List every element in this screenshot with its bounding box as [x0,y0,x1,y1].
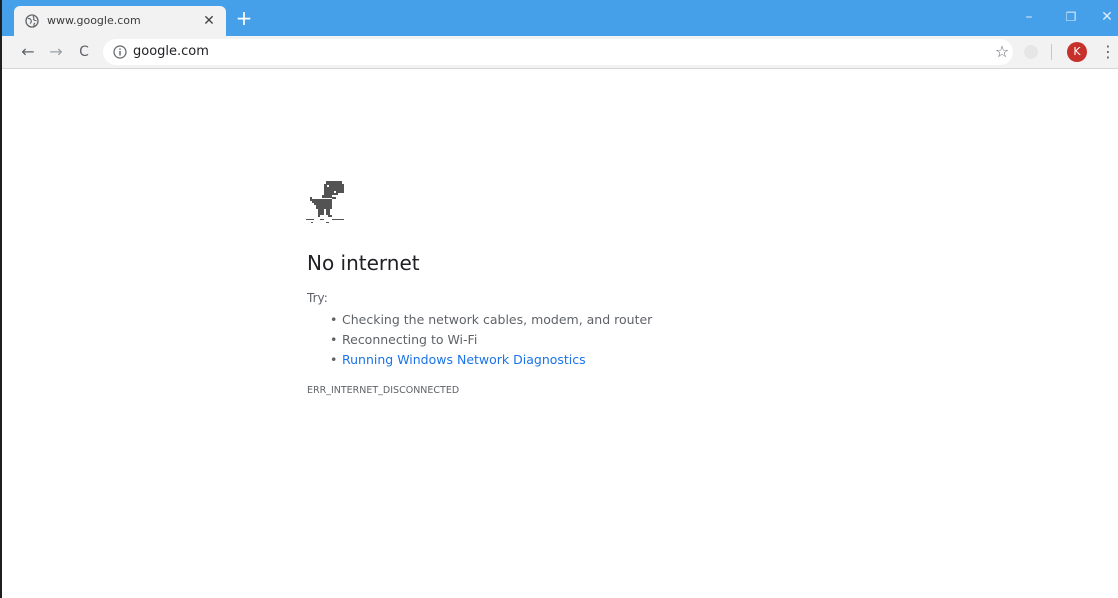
browser-window: www.google.com ✕ + – ❐ ✕ ← → C google.co… [0,0,1118,598]
tab-title: www.google.com [47,14,141,27]
extension-icon[interactable] [1024,45,1038,59]
bookmark-star-icon[interactable]: ☆ [990,40,1014,64]
network-diagnostics-link[interactable]: Running Windows Network Diagnostics [330,352,652,372]
reload-button[interactable]: C [72,40,96,64]
minimize-button[interactable]: – [1014,6,1044,28]
suggestion-list: Checking the network cables, modem, and … [330,312,652,372]
new-tab-button[interactable]: + [234,8,254,28]
info-icon[interactable] [113,45,127,59]
globe-icon [25,14,39,28]
menu-icon[interactable]: ⋮ [1100,40,1116,64]
profile-avatar[interactable]: K [1067,42,1087,62]
forward-button[interactable]: → [44,40,68,64]
address-bar[interactable]: google.com [103,39,1013,65]
url-text[interactable]: google.com [133,44,209,59]
close-window-button[interactable]: ✕ [1092,6,1118,28]
restore-button[interactable]: ❐ [1056,6,1086,28]
back-button[interactable]: ← [16,40,40,64]
dinosaur-icon [306,181,344,223]
suggestion-reconnect-wifi: Reconnecting to Wi-Fi [330,332,652,352]
toolbar: ← → C google.com ☆ K ⋮ [2,36,1118,69]
toolbar-divider [1051,44,1052,60]
page-content: No internet Try: Checking the network ca… [2,69,1118,598]
tab-close-icon[interactable]: ✕ [200,12,218,30]
tab-bar: www.google.com ✕ + – ❐ ✕ [2,0,1118,36]
suggestion-check-cables: Checking the network cables, modem, and … [330,312,652,332]
error-headline: No internet [307,251,420,275]
try-label: Try: [307,291,328,305]
tab-google[interactable]: www.google.com ✕ [14,6,226,36]
error-code: ERR_INTERNET_DISCONNECTED [307,385,460,396]
